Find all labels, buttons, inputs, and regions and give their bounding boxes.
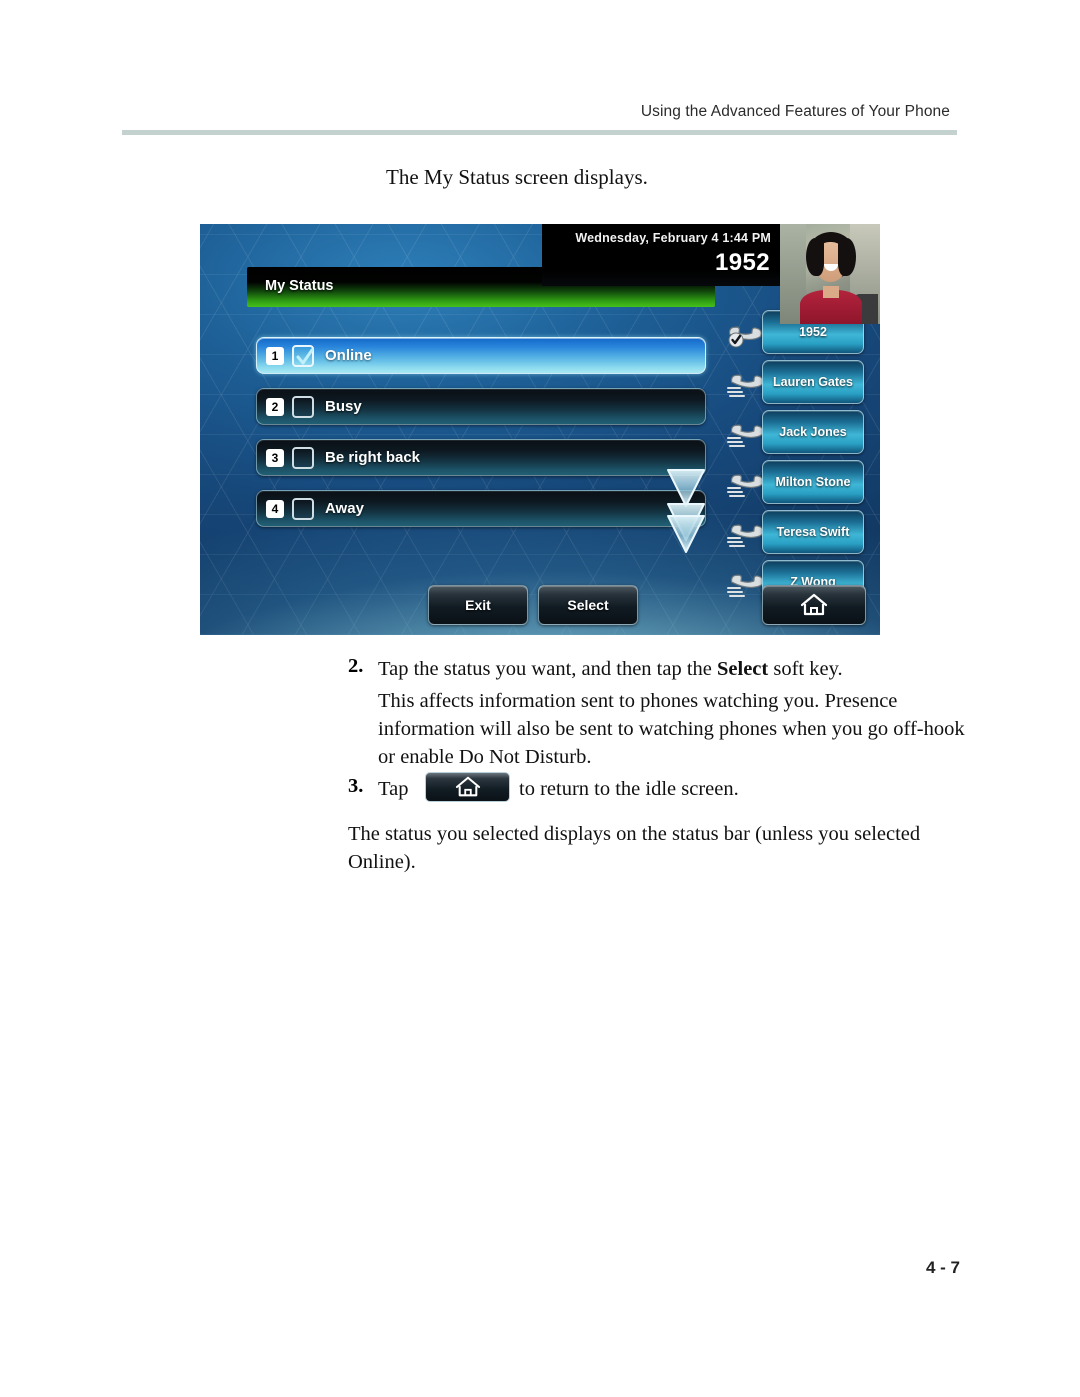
- soft-key-bar: Exit Select: [200, 585, 880, 629]
- avatar-neck: [823, 286, 839, 298]
- inline-home-button[interactable]: [425, 772, 510, 802]
- chevron-down-icon: [667, 469, 705, 553]
- scroll-down-indicator[interactable]: [660, 464, 712, 554]
- status-option-label: Be right back: [325, 449, 421, 466]
- status-option-label: Busy: [325, 398, 362, 415]
- status-datetime: Wednesday, February 4 1:44 PM: [575, 231, 771, 245]
- line-key-label: Milton Stone: [775, 475, 851, 489]
- checkmark-icon: [296, 348, 314, 365]
- status-option-number: 2: [266, 398, 284, 416]
- home-soft-key[interactable]: [762, 585, 866, 625]
- line-key-label: Jack Jones: [779, 425, 847, 439]
- handset-icon: [726, 466, 764, 500]
- status-checkbox-unchecked[interactable]: [292, 396, 314, 418]
- step-3-text-after: to return to the idle screen.: [519, 778, 739, 800]
- line-key-button[interactable]: Lauren Gates: [762, 360, 864, 404]
- home-icon: [455, 776, 480, 797]
- status-option-busy[interactable]: 2 Busy: [256, 388, 706, 425]
- page-running-header: Using the Advanced Features of Your Phon…: [640, 103, 950, 120]
- phone-screen-figure: Wednesday, February 4 1:44 PM 1952 My St…: [200, 224, 880, 635]
- status-option-be-right-back[interactable]: 3 Be right back: [256, 439, 706, 476]
- handset-icon: [726, 416, 764, 450]
- step-2-body: This affects information sent to phones …: [378, 690, 965, 768]
- intro-text: The My Status screen displays.: [386, 165, 648, 189]
- handset-icon: [726, 366, 764, 400]
- closing-text: The status you selected displays on the …: [348, 823, 921, 873]
- step-2-text: Tap the status you want, and then tap th…: [378, 655, 978, 683]
- line-key-button[interactable]: Milton Stone: [762, 460, 864, 504]
- my-status-title-label: My Status: [265, 278, 334, 294]
- step-2-text-after: soft key.: [768, 658, 843, 680]
- status-option-label: Online: [325, 347, 372, 364]
- step-3-number: 3.: [348, 775, 364, 797]
- line-key-button[interactable]: Jack Jones: [762, 410, 864, 454]
- status-extension: 1952: [715, 249, 770, 276]
- step-2-text-before: Tap the status you want, and then tap th…: [378, 658, 718, 680]
- contact-avatar-photo: [780, 224, 880, 324]
- line-key-button[interactable]: Teresa Swift: [762, 510, 864, 554]
- line-key-sidebar: 1952 Lauren Gates Jack Jones Milton Ston…: [722, 310, 872, 610]
- status-checkbox-unchecked[interactable]: [292, 498, 314, 520]
- phone-status-bar: Wednesday, February 4 1:44 PM 1952: [542, 224, 780, 286]
- line-key-milton-stone[interactable]: Milton Stone: [722, 460, 872, 506]
- step-2-number: 2.: [348, 655, 364, 677]
- handset-check-icon: [726, 316, 762, 350]
- header-divider: [122, 130, 957, 135]
- status-option-number: 3: [266, 449, 284, 467]
- line-key-teresa-swift[interactable]: Teresa Swift: [722, 510, 872, 556]
- avatar-hair-right: [838, 238, 856, 276]
- home-icon: [800, 593, 828, 616]
- status-option-number: 4: [266, 500, 284, 518]
- exit-soft-key[interactable]: Exit: [428, 585, 528, 625]
- exit-soft-key-label: Exit: [465, 597, 491, 613]
- line-key-lauren-gates[interactable]: Lauren Gates: [722, 360, 872, 406]
- line-key-label: 1952: [799, 325, 827, 339]
- line-key-label: Lauren Gates: [773, 375, 853, 389]
- status-option-number: 1: [266, 347, 284, 365]
- status-checkbox-checked[interactable]: [292, 345, 314, 367]
- status-checkbox-unchecked[interactable]: [292, 447, 314, 469]
- handset-icon: [726, 516, 764, 550]
- status-options-list: 1 Online 2 Busy 3 Be right back 4 Away: [256, 337, 706, 541]
- avatar-hair-left: [806, 238, 824, 276]
- line-key-label: Teresa Swift: [776, 525, 850, 539]
- status-option-label: Away: [325, 500, 364, 517]
- line-key-jack-jones[interactable]: Jack Jones: [722, 410, 872, 456]
- select-soft-key[interactable]: Select: [538, 585, 638, 625]
- page-number: 4 - 7: [925, 1258, 960, 1277]
- select-soft-key-label: Select: [567, 597, 609, 613]
- step-3-tap-word: Tap: [378, 778, 409, 800]
- status-option-away[interactable]: 4 Away: [256, 490, 706, 527]
- step-2-bold-select: Select: [717, 658, 769, 680]
- status-option-online[interactable]: 1 Online: [256, 337, 706, 374]
